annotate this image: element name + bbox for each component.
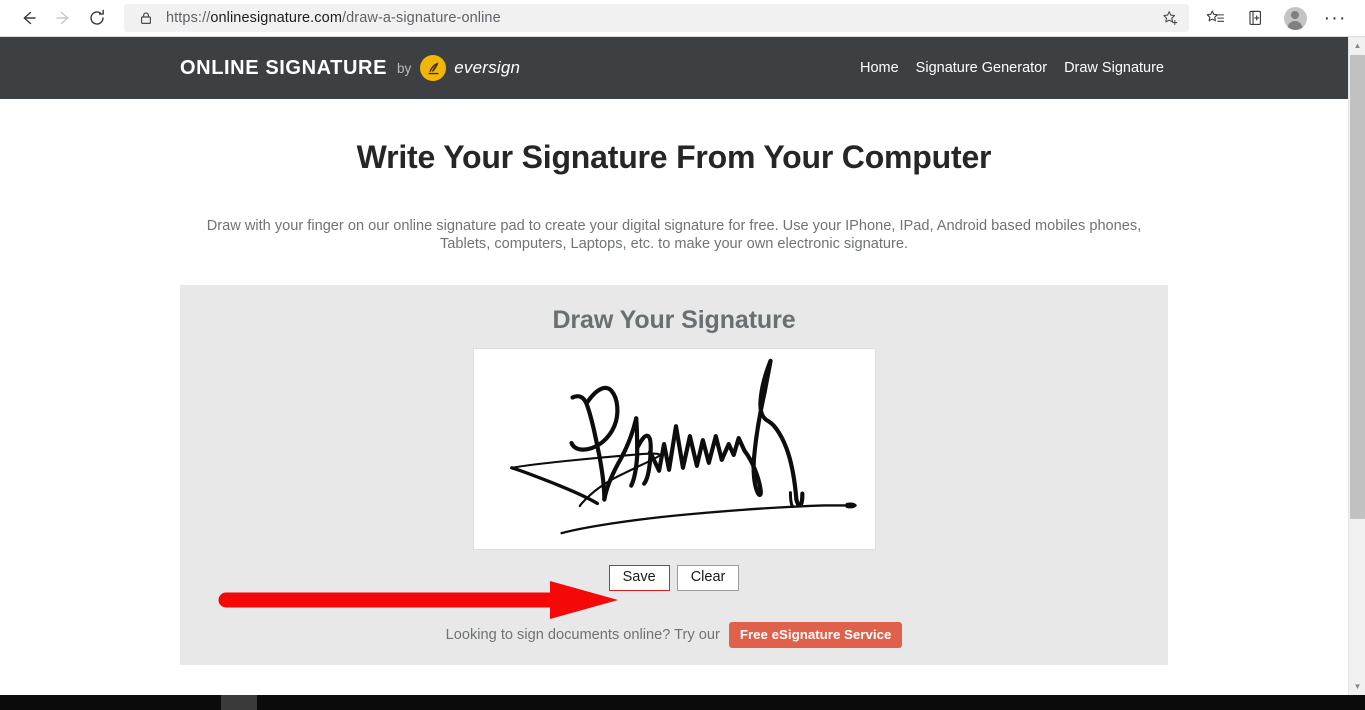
- page-title: Write Your Signature From Your Computer: [356, 139, 992, 175]
- reload-icon: [90, 9, 104, 25]
- nav-item-home[interactable]: Home: [860, 60, 899, 76]
- page-viewport: ONLINE SIGNATURE by eversign Home Signat…: [0, 37, 1348, 695]
- ellipsis-icon: ···: [1323, 7, 1347, 29]
- nav-item-draw-signature[interactable]: Draw Signature: [1064, 60, 1164, 76]
- taskbar: [0, 695, 1365, 710]
- forward-button[interactable]: [46, 1, 80, 35]
- browser-actions: ···: [1195, 1, 1365, 35]
- cta-text: Looking to sign documents online? Try ou…: [445, 626, 720, 643]
- add-favorite-icon[interactable]: [1157, 5, 1183, 31]
- signature-pad-buttons: Save Clear: [180, 564, 1168, 592]
- reload-button[interactable]: [80, 1, 114, 35]
- clear-button[interactable]: Clear: [676, 564, 740, 592]
- partner-name: eversign: [454, 58, 521, 77]
- brand-by-label: by: [397, 60, 412, 76]
- settings-menu-button[interactable]: ···: [1315, 1, 1355, 35]
- site-header: ONLINE SIGNATURE by eversign Home Signat…: [0, 37, 1348, 99]
- collections-button[interactable]: [1235, 1, 1275, 35]
- forward-arrow-icon: [56, 11, 69, 25]
- address-bar[interactable]: https://onlinesignature.com/draw-a-signa…: [124, 4, 1189, 32]
- scroll-up-button[interactable]: ▲: [1349, 37, 1365, 54]
- taskbar-segment: [221, 695, 257, 710]
- back-button[interactable]: [12, 1, 46, 35]
- site-nav: Home Signature Generator Draw Signature: [860, 60, 1164, 76]
- browser-toolbar: https://onlinesignature.com/draw-a-signa…: [0, 0, 1365, 37]
- page-description: Draw with your finger on our online sign…: [206, 218, 1142, 253]
- vertical-scrollbar[interactable]: ▲ ▼: [1348, 37, 1365, 695]
- scrollbar-thumb[interactable]: [1350, 55, 1365, 519]
- scroll-down-button[interactable]: ▼: [1349, 678, 1365, 695]
- free-esignature-service-button[interactable]: Free eSignature Service: [728, 621, 903, 648]
- signature-canvas[interactable]: [472, 347, 876, 550]
- back-arrow-icon: [23, 11, 36, 25]
- nav-item-signature-generator[interactable]: Signature Generator: [916, 60, 1047, 76]
- signature-drawing: [509, 358, 857, 535]
- favorites-star-list-icon: [1206, 10, 1224, 22]
- quill-pen-icon: [420, 55, 447, 81]
- signature-pad-card: Draw Your Signature Save Clear Looking t…: [180, 284, 1168, 665]
- esignature-cta: Looking to sign documents online? Try ou…: [180, 621, 1168, 648]
- favorites-button[interactable]: [1195, 1, 1235, 35]
- site-logo[interactable]: ONLINE SIGNATURE by eversign: [180, 55, 520, 81]
- collections-icon: [1248, 10, 1261, 25]
- lock-icon: [138, 10, 154, 26]
- signature-pad-title: Draw Your Signature: [552, 305, 796, 334]
- save-button[interactable]: Save: [608, 564, 670, 592]
- brand-name: ONLINE SIGNATURE: [180, 56, 388, 79]
- avatar: [1283, 6, 1307, 30]
- url-text: https://onlinesignature.com/draw-a-signa…: [166, 10, 501, 26]
- profile-button[interactable]: [1275, 1, 1315, 35]
